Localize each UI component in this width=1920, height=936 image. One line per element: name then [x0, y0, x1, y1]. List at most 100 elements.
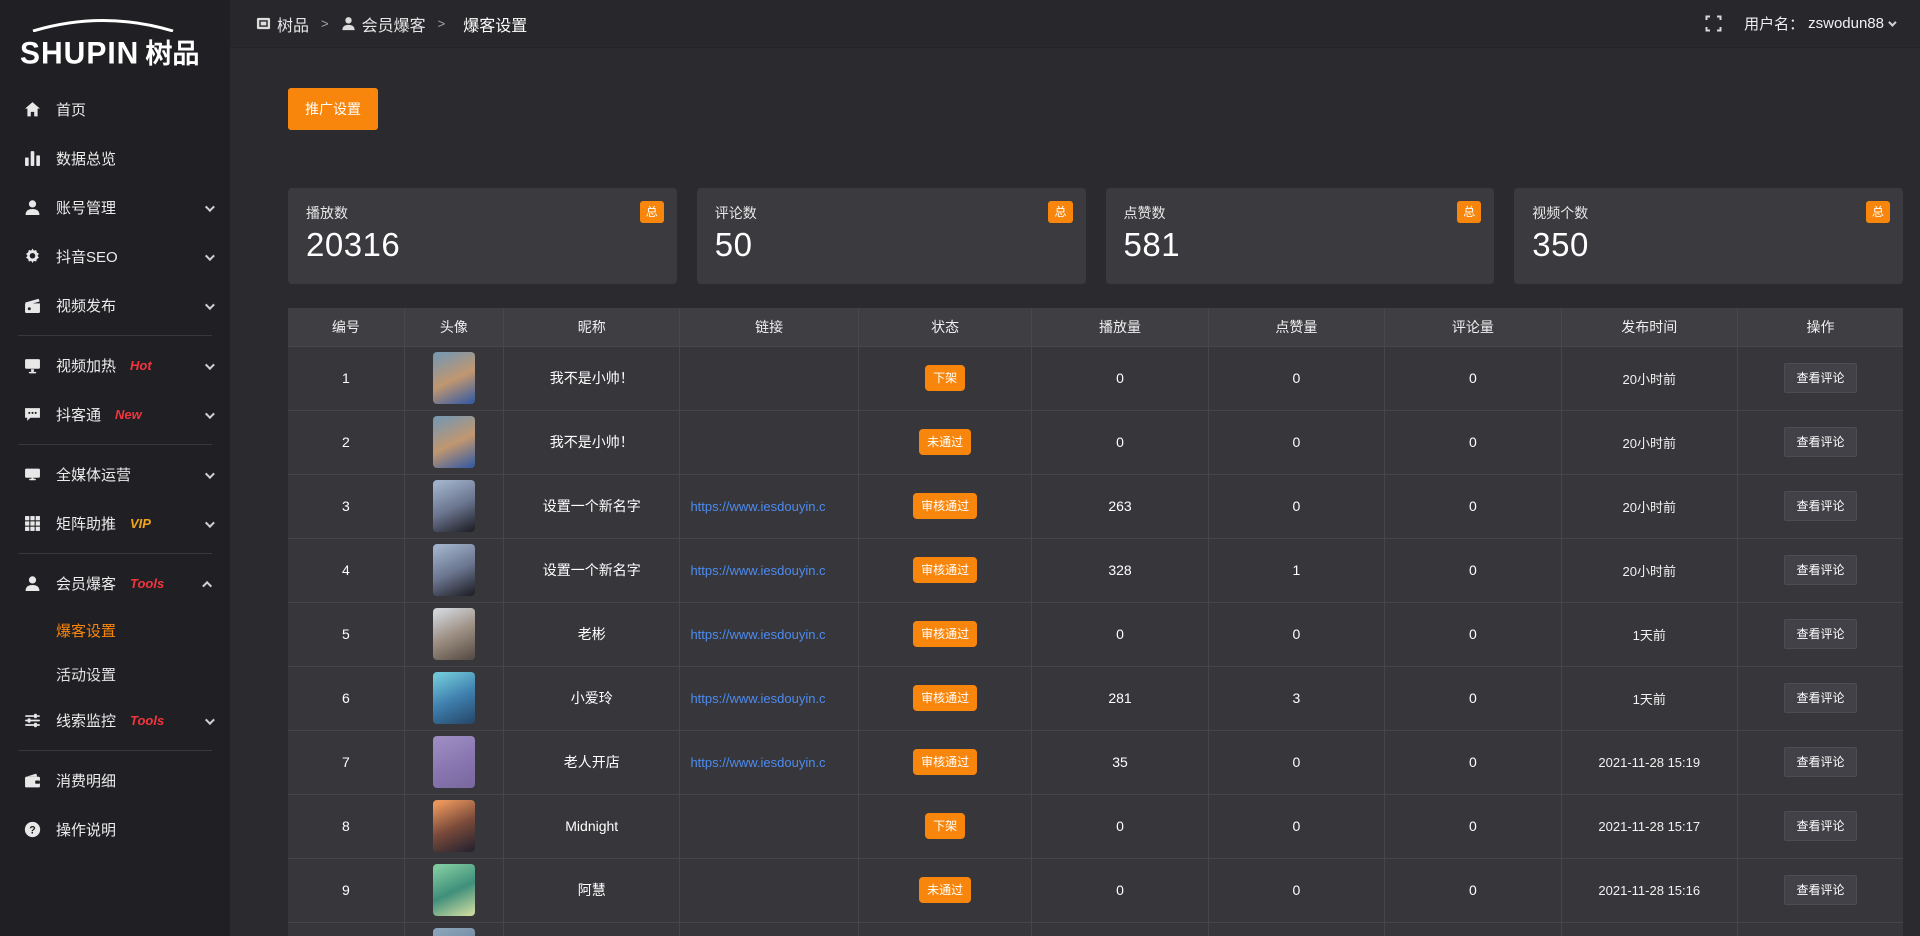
sidebar-item-omnimedia[interactable]: 全媒体运营 [0, 450, 230, 499]
cell-likes: 0 [1208, 858, 1384, 922]
chevron-down-icon [205, 406, 212, 424]
cell-id: 6 [288, 666, 404, 730]
breadcrumb-label: 树品 [277, 12, 309, 36]
cell-likes: 0 [1208, 730, 1384, 794]
cell-status: 未通过 [858, 410, 1031, 474]
vip-badge: VIP [130, 516, 151, 531]
sidebar-item-video-heat[interactable]: 视频加热 Hot [0, 341, 230, 390]
user-icon [341, 16, 356, 31]
cell-likes: 0 [1208, 794, 1384, 858]
table-row: 2 我不是小帅！ 未通过 0 0 0 20小时前 查看评论 [288, 410, 1903, 474]
sliders-icon [24, 712, 41, 729]
table-row: 6 小爱玲 https://www.iesdouyin.c 审核通过 281 3… [288, 666, 1903, 730]
user-menu[interactable]: 用户名： zswodun88 [1744, 13, 1894, 34]
avatar [433, 480, 475, 532]
view-comments-button[interactable]: 查看评论 [1784, 875, 1856, 905]
view-comments-button[interactable]: 查看评论 [1784, 363, 1856, 393]
sidebar-item-expense-detail[interactable]: 消费明细 [0, 756, 230, 805]
cell-link[interactable] [680, 410, 858, 474]
app-root: SHUPIN 树品 首页 数据总览 账号管理 [0, 0, 1920, 936]
status-button[interactable]: 下架 [925, 813, 965, 839]
sidebar-item-data-overview[interactable]: 数据总览 [0, 134, 230, 183]
sidebar-item-member-baoke[interactable]: 会员爆客 Tools [0, 559, 230, 608]
status-button[interactable]: 审核通过 [913, 749, 977, 775]
avatar [433, 352, 475, 404]
status-button[interactable]: 审核通过 [913, 557, 977, 583]
view-comments-button[interactable]: 查看评论 [1784, 491, 1856, 521]
cell-link[interactable] [680, 794, 858, 858]
cell-id: 7 [288, 730, 404, 794]
sidebar-item-clue-monitor[interactable]: 线索监控 Tools [0, 696, 230, 745]
cell-link[interactable]: https://www.iesdouyin.c [680, 730, 858, 794]
cell-time: 20小时前 [1561, 410, 1737, 474]
cell-plays: 281 [1032, 666, 1208, 730]
sidebar-item-home[interactable]: 首页 [0, 85, 230, 134]
cell-nickname: 我不是小帅！ [504, 346, 680, 410]
cell-nickname [504, 922, 680, 936]
sidebar-item-account-mgmt[interactable]: 账号管理 [0, 183, 230, 232]
status-button[interactable]: 审核通过 [913, 493, 977, 519]
cell-link[interactable]: https://www.iesdouyin.c [680, 474, 858, 538]
cell-link[interactable] [680, 922, 858, 936]
cell-plays: 0 [1032, 602, 1208, 666]
view-comments-button[interactable]: 查看评论 [1784, 555, 1856, 585]
avatar [433, 416, 475, 468]
sidebar-item-video-publish[interactable]: 视频发布 [0, 281, 230, 330]
cell-actions: 查看评论 [1737, 410, 1903, 474]
chat-icon [24, 406, 41, 423]
col-header-id: 编号 [288, 308, 404, 346]
logo: SHUPIN 树品 [0, 10, 230, 85]
view-comments-button[interactable]: 查看评论 [1784, 747, 1856, 777]
col-header-avatar: 头像 [404, 308, 503, 346]
promo-settings-button[interactable]: 推广设置 [288, 88, 378, 130]
sidebar-subitem-baoke-settings[interactable]: 爆客设置 [0, 608, 230, 652]
cell-likes: 1 [1208, 538, 1384, 602]
cell-time: 1天前 [1561, 602, 1737, 666]
cell-plays: 0 [1032, 858, 1208, 922]
fullscreen-icon[interactable] [1705, 15, 1722, 32]
col-header-nickname: 昵称 [504, 308, 680, 346]
cell-link[interactable]: https://www.iesdouyin.c [680, 538, 858, 602]
screen-icon [24, 357, 41, 374]
sidebar-item-matrix-boost[interactable]: 矩阵助推 VIP [0, 499, 230, 548]
status-button[interactable]: 下架 [925, 365, 965, 391]
chevron-down-icon [205, 515, 212, 533]
status-button[interactable]: 未通过 [919, 429, 971, 455]
sidebar-item-help[interactable]: ? 操作说明 [0, 805, 230, 854]
cell-nickname: 老彬 [504, 602, 680, 666]
cell-link[interactable]: https://www.iesdouyin.c [680, 602, 858, 666]
cell-status: 未通过 [858, 858, 1031, 922]
gear-icon [24, 248, 41, 265]
cell-status: 审核通过 [858, 474, 1031, 538]
breadcrumb-item-shupin[interactable]: 树品 [256, 12, 309, 36]
avatar [433, 608, 475, 660]
view-comments-button[interactable]: 查看评论 [1784, 619, 1856, 649]
cell-link[interactable] [680, 858, 858, 922]
status-button[interactable]: 未通过 [919, 877, 971, 903]
col-header-link: 链接 [680, 308, 858, 346]
cell-link[interactable] [680, 346, 858, 410]
sidebar-item-label: 数据总览 [56, 148, 116, 169]
topbar: 树品 > 会员爆客 > 爆客设置 用户名： zswodun88 [230, 0, 1920, 48]
sidebar-item-label: 线索监控 [56, 710, 116, 731]
cell-comments [1385, 922, 1561, 936]
cell-status: 审核通过 [858, 730, 1031, 794]
cell-actions: 查看评论 [1737, 794, 1903, 858]
view-comments-button[interactable]: 查看评论 [1784, 811, 1856, 841]
view-comments-button[interactable]: 查看评论 [1784, 427, 1856, 457]
sidebar-subitem-activity-settings[interactable]: 活动设置 [0, 652, 230, 696]
chevron-down-icon [205, 357, 212, 375]
status-button[interactable]: 审核通过 [913, 685, 977, 711]
app-icon [256, 16, 271, 31]
stat-value: 20316 [306, 226, 659, 264]
status-button[interactable]: 审核通过 [913, 621, 977, 647]
stat-label: 播放数 [306, 203, 659, 223]
cell-link[interactable]: https://www.iesdouyin.c [680, 666, 858, 730]
sidebar-item-douyin-seo[interactable]: 抖音SEO [0, 232, 230, 281]
cell-time: 20小时前 [1561, 474, 1737, 538]
sidebar-item-label: 矩阵助推 [56, 513, 116, 534]
sidebar-item-douketong[interactable]: 抖客通 New [0, 390, 230, 439]
view-comments-button[interactable]: 查看评论 [1784, 683, 1856, 713]
breadcrumb-item-member-baoke[interactable]: 会员爆客 [341, 12, 426, 36]
avatar [433, 864, 475, 916]
